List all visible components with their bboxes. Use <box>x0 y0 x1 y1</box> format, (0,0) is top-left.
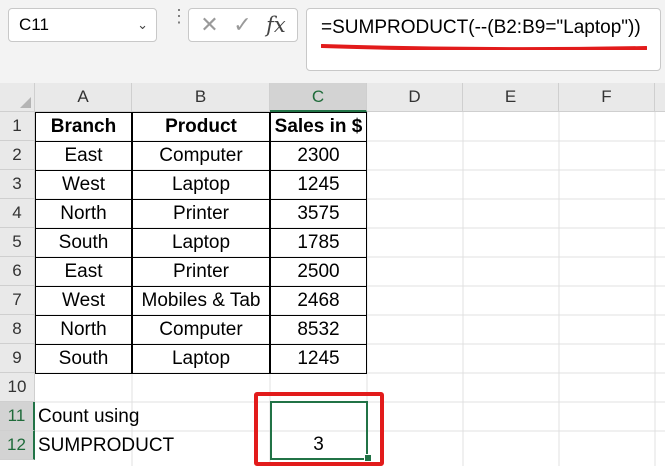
cell-c8[interactable]: 8532 <box>270 315 367 345</box>
cell-c9[interactable]: 1245 <box>270 344 367 374</box>
cell-a5[interactable]: South <box>35 228 132 258</box>
cell-b4[interactable]: Printer <box>132 199 270 229</box>
result-highlight-annotation <box>254 392 384 466</box>
cell-c6[interactable]: 2500 <box>270 257 367 287</box>
row-header-11[interactable]: 11 <box>0 402 35 431</box>
more-options-icon[interactable]: ⋮ <box>170 7 188 25</box>
cell-b9[interactable]: Laptop <box>132 344 270 374</box>
cell-a7[interactable]: West <box>35 286 132 316</box>
chevron-down-icon[interactable]: ⌄ <box>137 17 148 33</box>
cell-a4[interactable]: North <box>35 199 132 229</box>
column-header-e[interactable]: E <box>463 83 559 112</box>
cell-b1[interactable]: Product <box>132 112 270 142</box>
cell-a2[interactable]: East <box>35 141 132 171</box>
row-header-6[interactable]: 6 <box>0 257 35 286</box>
row-header-8[interactable]: 8 <box>0 315 35 344</box>
cell-c3[interactable]: 1245 <box>270 170 367 200</box>
formula-buttons: ✕ ✓ fx <box>188 8 298 42</box>
name-box[interactable]: C11 ⌄ <box>8 8 157 42</box>
insert-function-button[interactable]: fx <box>266 13 286 37</box>
row-header-2[interactable]: 2 <box>0 141 35 170</box>
name-box-value: C11 <box>19 15 49 34</box>
column-header-b[interactable]: B <box>132 83 270 112</box>
cell-a3[interactable]: West <box>35 170 132 200</box>
row-header-1[interactable]: 1 <box>0 112 35 141</box>
cell-a1[interactable]: Branch <box>35 112 132 142</box>
formula-underline-annotation <box>321 44 647 50</box>
row-header-10[interactable]: 10 <box>0 373 35 402</box>
cell-c1[interactable]: Sales in $ <box>270 112 367 142</box>
column-header-a[interactable]: A <box>35 83 132 112</box>
row-header-4[interactable]: 4 <box>0 199 35 228</box>
cell-b6[interactable]: Printer <box>132 257 270 287</box>
row-header-5[interactable]: 5 <box>0 228 35 257</box>
cell-b3[interactable]: Laptop <box>132 170 270 200</box>
cell-a12[interactable]: SUMPRODUCT <box>35 431 235 460</box>
cell-c5[interactable]: 1785 <box>270 228 367 258</box>
formula-bar-area: C11 ⌄ ⋮ ✕ ✓ fx =SUMPRODUCT(--(B2:B9="Lap… <box>0 0 665 83</box>
cell-c7[interactable]: 2468 <box>270 286 367 316</box>
cancel-icon[interactable]: ✕ <box>200 12 218 38</box>
formula-input[interactable]: =SUMPRODUCT(--(B2:B9="Laptop")) <box>306 8 661 71</box>
cell-a9[interactable]: South <box>35 344 132 374</box>
select-all-button[interactable] <box>0 83 35 112</box>
cell-a11[interactable]: Count using <box>35 402 235 431</box>
row-header-7[interactable]: 7 <box>0 286 35 315</box>
column-header-d[interactable]: D <box>367 83 463 112</box>
column-header-f[interactable]: F <box>559 83 655 112</box>
formula-text: =SUMPRODUCT(--(B2:B9="Laptop")) <box>321 17 641 38</box>
cell-b2[interactable]: Computer <box>132 141 270 171</box>
cell-b5[interactable]: Laptop <box>132 228 270 258</box>
row-header-3[interactable]: 3 <box>0 170 35 199</box>
row-header-9[interactable]: 9 <box>0 344 35 373</box>
cell-a6[interactable]: East <box>35 257 132 287</box>
column-header-c[interactable]: C <box>270 83 367 112</box>
cell-c4[interactable]: 3575 <box>270 199 367 229</box>
cell-b8[interactable]: Computer <box>132 315 270 345</box>
cell-a8[interactable]: North <box>35 315 132 345</box>
check-icon[interactable]: ✓ <box>233 12 251 38</box>
cell-c2[interactable]: 2300 <box>270 141 367 171</box>
column-header-g[interactable] <box>655 83 665 112</box>
row-header-12[interactable]: 12 <box>0 431 35 460</box>
cell-b7[interactable]: Mobiles & Tab <box>132 286 270 316</box>
worksheet-grid: A B C D E F 1 2 3 4 5 6 7 8 9 10 11 12 B… <box>0 83 665 466</box>
